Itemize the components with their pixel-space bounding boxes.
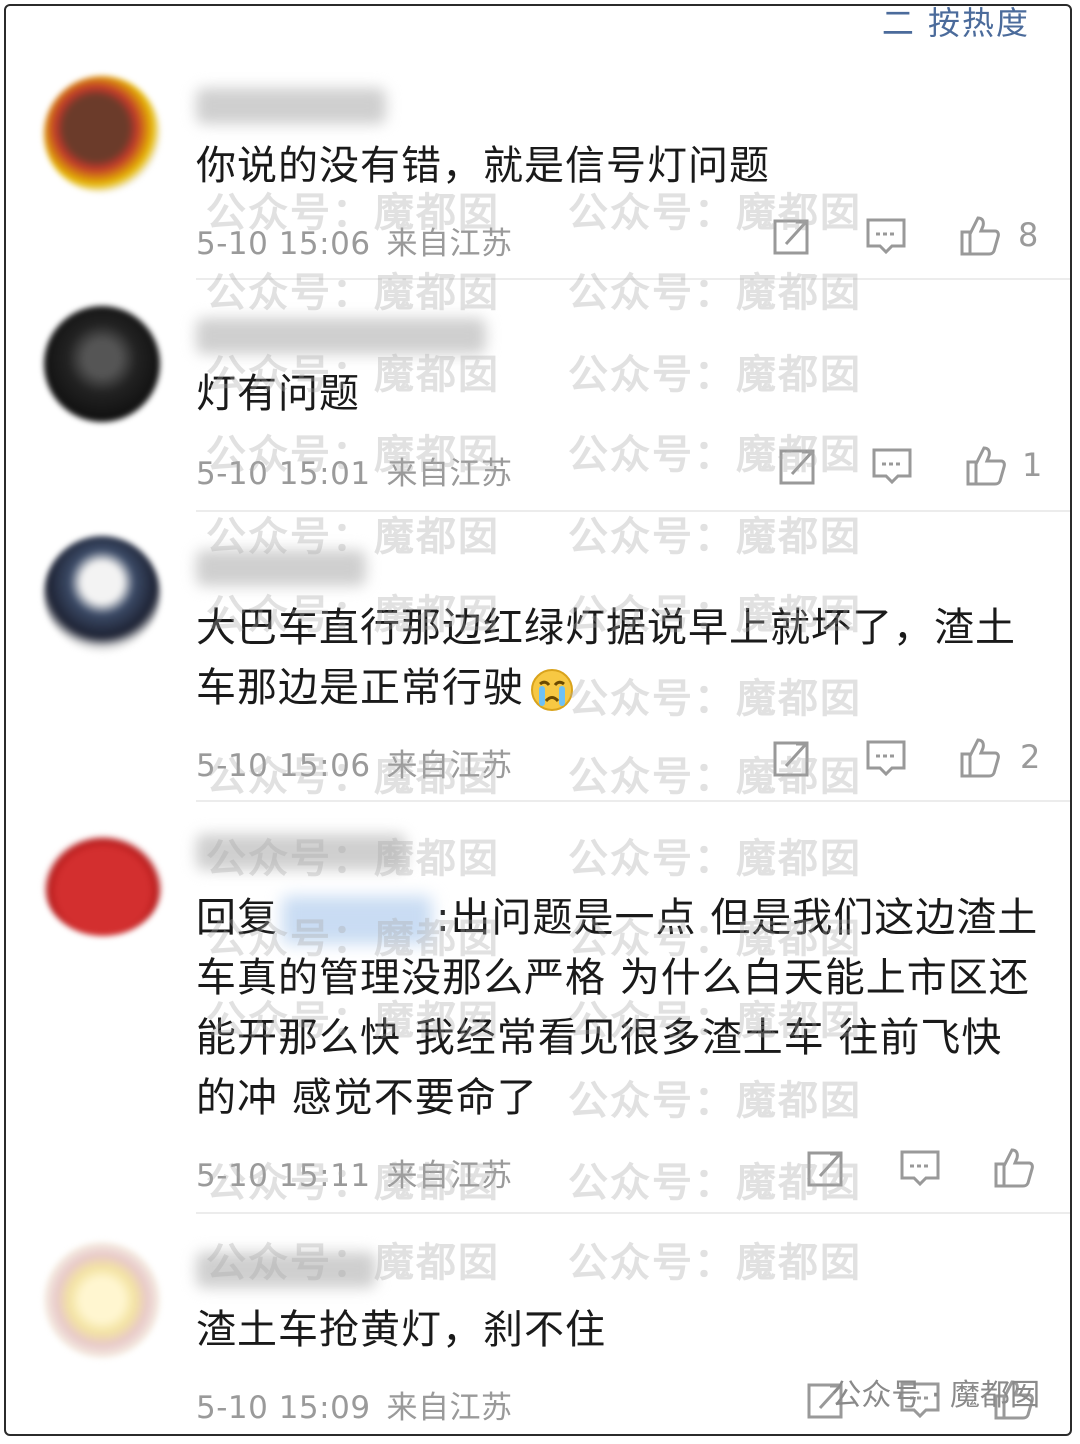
comment-text-line: 车那边是正常行驶: [196, 658, 1046, 718]
thumbs-up-icon: [960, 216, 1000, 256]
comment-text-segment: 车那边是正常行驶: [196, 665, 524, 711]
username-blurred[interactable]: [196, 1252, 376, 1288]
sort-by-hot-button[interactable]: 二 按热度: [882, 6, 1030, 44]
like-button[interactable]: [958, 214, 1002, 258]
comment-icon: [866, 218, 906, 255]
like-count: 1: [1022, 446, 1043, 484]
username-blurred[interactable]: [196, 550, 366, 586]
crying-face-icon: [530, 668, 574, 712]
comment-icon: [900, 1150, 940, 1187]
comment-actions: [6, 1146, 1070, 1196]
comment-actions: 2: [6, 736, 1070, 786]
share-button[interactable]: [770, 736, 814, 780]
thumbs-up-icon: [966, 446, 1006, 486]
share-icon: [773, 741, 809, 777]
reply-button[interactable]: [870, 444, 914, 488]
avatar[interactable]: [44, 536, 160, 652]
comment-actions: 1: [6, 444, 1070, 494]
avatar[interactable]: [44, 306, 160, 422]
watermark: 公众号：魔都囡: [568, 514, 862, 560]
avatar[interactable]: [44, 1242, 160, 1358]
comment-list-frame: 二 按热度 你说的没有错，就是信号灯问题 5-10 15:06 来自江苏 8 灯有…: [4, 4, 1072, 1436]
like-button[interactable]: [964, 444, 1008, 488]
divider: [196, 1212, 1070, 1214]
divider: [196, 510, 1070, 512]
reply-button[interactable]: [898, 1146, 942, 1190]
share-icon: [773, 219, 809, 255]
brand-watermark: 公众号 · 魔都囡: [831, 1378, 1040, 1413]
like-count: 8: [1018, 216, 1039, 254]
watermark: 公众号：魔都囡: [568, 270, 862, 316]
comment-text-line: 的冲 感觉不要命了: [196, 1075, 538, 1121]
comment-icon: [866, 740, 906, 777]
avatar[interactable]: [44, 836, 162, 936]
watermark: 公众号：魔都囡: [568, 836, 862, 882]
comment-text: 渣土车抢黄灯，刹不住: [196, 1307, 606, 1353]
share-button[interactable]: [770, 214, 814, 258]
comment-text: 灯有问题: [196, 371, 360, 417]
thumbs-up-icon: [994, 1148, 1034, 1188]
comment-text-line: 大巴车直行那边红绿灯据说早上就坏了，渣土: [196, 605, 1016, 651]
like-count: 2: [1020, 738, 1041, 776]
share-icon: [807, 1151, 843, 1187]
thumbs-up-icon: [960, 738, 1000, 778]
watermark: 公众号：魔都囡: [206, 270, 500, 316]
like-button[interactable]: [958, 736, 1002, 780]
avatar[interactable]: [44, 76, 160, 192]
username-blurred[interactable]: [196, 88, 386, 124]
comment-text: 大巴车直行那边红绿灯据说早上就坏了，渣土 车那边是正常行驶: [196, 598, 1046, 718]
comment-text-segment: :出问题是一点 但是我们这边渣土: [436, 895, 1039, 941]
reply-button[interactable]: [864, 214, 908, 258]
share-button[interactable]: [804, 1146, 848, 1190]
divider: [196, 278, 1070, 280]
comment-icon: [872, 448, 912, 485]
comment-text-line: 车真的管理没那么严格 为什么白天能上市区还: [196, 955, 1030, 1001]
watermark: 公众号：魔都囡: [568, 1240, 862, 1286]
comment-text: 你说的没有错，就是信号灯问题: [196, 143, 770, 189]
reply-target-username[interactable]: [282, 896, 432, 944]
like-button[interactable]: [992, 1146, 1036, 1190]
comment-text-line: 回复 :出问题是一点 但是我们这边渣土: [196, 888, 1046, 948]
comment-text: 回复 :出问题是一点 但是我们这边渣土 车真的管理没那么严格 为什么白天能上市区还…: [196, 888, 1046, 1128]
comment-actions: 8: [6, 214, 1070, 264]
share-icon: [779, 449, 815, 485]
reply-button[interactable]: [864, 736, 908, 780]
reply-prefix: 回复: [196, 895, 278, 941]
comment-text-line: 能开那么快 我经常看见很多渣土车 往前飞快: [196, 1015, 1003, 1061]
username-blurred[interactable]: [196, 318, 486, 354]
divider: [196, 800, 1070, 802]
share-button[interactable]: [776, 444, 820, 488]
username-blurred[interactable]: [196, 834, 406, 870]
